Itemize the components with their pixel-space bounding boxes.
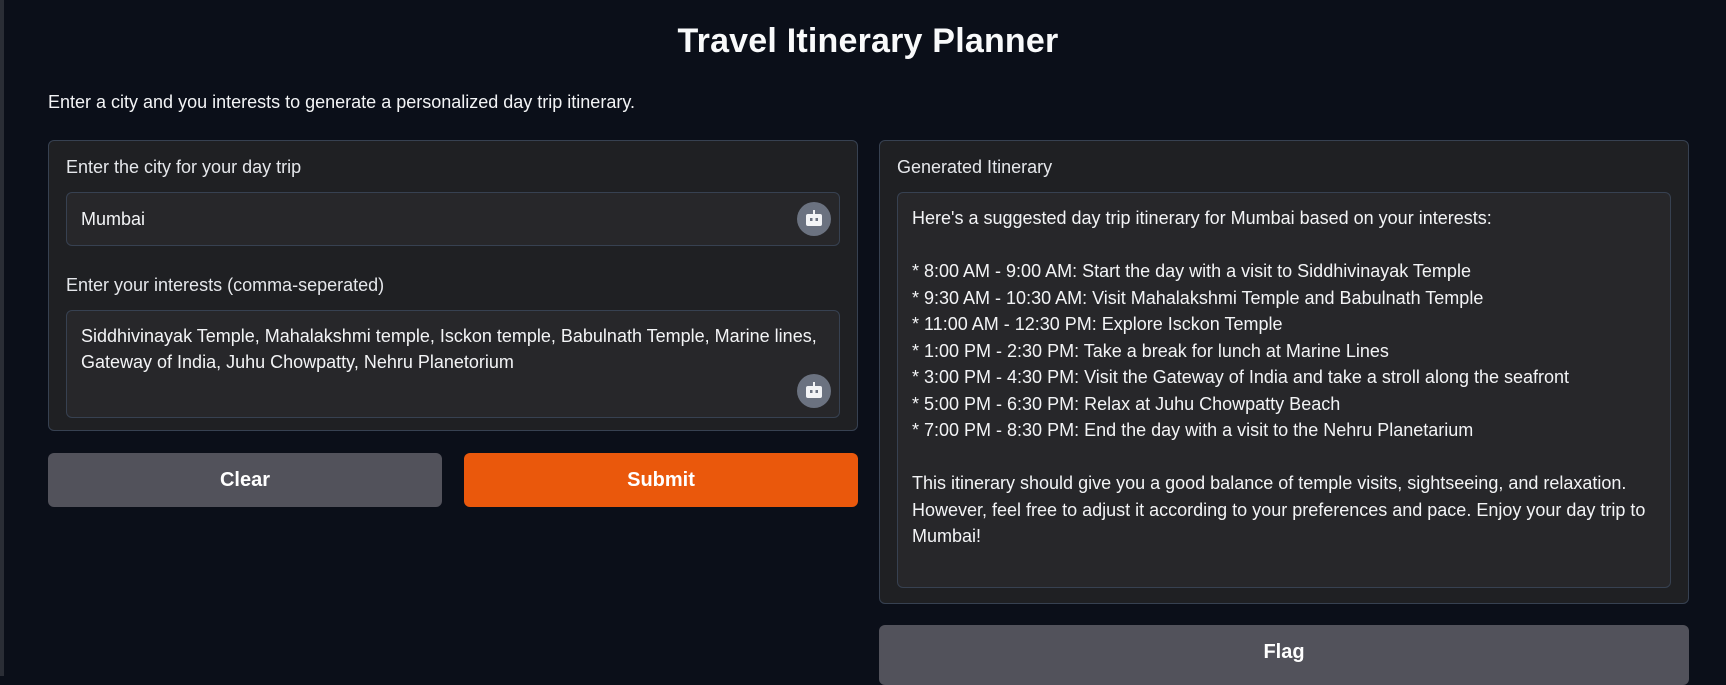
output-panel: Generated Itinerary Here's a suggested d… [879, 140, 1689, 604]
clear-button[interactable]: Clear [48, 453, 442, 507]
output-label: Generated Itinerary [897, 157, 1053, 177]
itinerary-item: * 8:00 AM - 9:00 AM: Start the day with … [912, 261, 1471, 281]
itinerary-item: * 11:00 AM - 12:30 PM: Explore Isckon Te… [912, 314, 1283, 334]
interests-label: Enter your interests (comma-seperated) [66, 275, 385, 295]
input-panel: Enter the city for your day trip Mumbai … [48, 140, 858, 431]
itinerary-item: * 9:30 AM - 10:30 AM: Visit Mahalakshmi … [912, 287, 1484, 308]
flag-button[interactable]: Flag [879, 625, 1689, 685]
window-left-edge [0, 0, 4, 676]
itinerary-intro: Here's a suggested day trip itinerary fo… [912, 208, 1492, 228]
city-label: Enter the city for your day trip [66, 157, 302, 177]
submit-button[interactable]: Submit [464, 453, 858, 507]
itinerary-item: * 3:00 PM - 4:30 PM: Visit the Gateway o… [912, 367, 1570, 387]
robot-glyph [806, 210, 822, 226]
itinerary-item: * 5:00 PM - 6:30 PM: Relax at Juhu Chowp… [912, 393, 1341, 414]
itinerary-closing: This itinerary should give you a good ba… [912, 473, 1646, 546]
bot-icon[interactable] [797, 202, 831, 236]
page-description: Enter a city and you interests to genera… [48, 92, 635, 112]
city-input-value: Mumbai [81, 209, 146, 229]
bot-icon[interactable] [797, 374, 831, 408]
itinerary-item: * 1:00 PM - 2:30 PM: Take a break for lu… [912, 340, 1389, 361]
itinerary-item: * 7:00 PM - 8:30 PM: End the day with a … [912, 420, 1474, 440]
city-input[interactable]: Mumbai [66, 192, 840, 246]
robot-glyph [806, 382, 822, 398]
itinerary-text: Here's a suggested day trip itinerary fo… [912, 205, 1656, 550]
page-title: Travel Itinerary Planner [677, 22, 1059, 60]
interests-input[interactable]: Siddhivinayak Temple, Mahalakshmi temple… [66, 310, 840, 418]
itinerary-output[interactable]: Here's a suggested day trip itinerary fo… [897, 192, 1671, 588]
interests-input-value: Siddhivinayak Temple, Mahalakshmi temple… [81, 326, 822, 372]
